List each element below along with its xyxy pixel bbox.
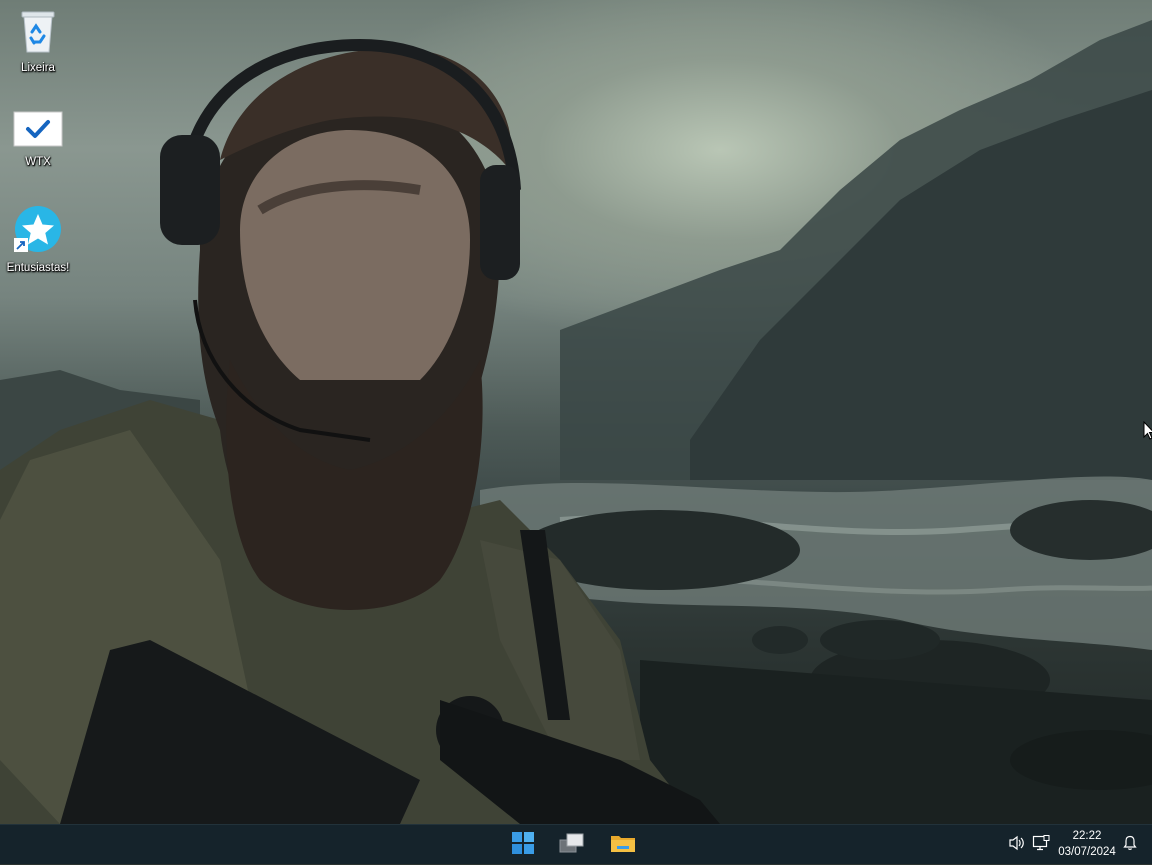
task-view-button[interactable] (554, 829, 590, 861)
volume-button[interactable] (1006, 825, 1028, 865)
bell-icon (1123, 835, 1137, 855)
wallpaper-scene (0, 20, 1152, 824)
notifications-button[interactable] (1120, 825, 1140, 865)
desktop-icon-label: Lixeira (21, 62, 55, 74)
desktop-icon-label: WTX (25, 156, 51, 168)
clock-time: 22:22 (1072, 830, 1102, 842)
desktop-icon-entusiastas[interactable]: Entusiastas! (0, 206, 76, 274)
network-monitor-icon (1032, 835, 1050, 855)
windows-start-icon (512, 832, 534, 858)
recycle-bin-icon (18, 8, 58, 58)
checkmark-icon (13, 110, 63, 152)
desktop-icon-wtx[interactable]: WTX (0, 110, 76, 168)
desktop-wallpaper (0, 0, 1152, 824)
clock[interactable]: 22:22 03/07/2024 (1052, 828, 1122, 860)
speaker-icon (1008, 835, 1026, 855)
taskbar: 22:22 03/07/2024 (0, 824, 1152, 864)
desktop-icon-label: Entusiastas! (6, 262, 70, 274)
start-button[interactable] (505, 829, 541, 861)
clock-date: 03/07/2024 (1058, 846, 1116, 858)
task-view-icon (559, 832, 585, 858)
star-shortcut-icon (13, 206, 63, 258)
file-explorer-icon (610, 832, 636, 858)
desktop-icon-recycle-bin[interactable]: Lixeira (0, 8, 76, 74)
mouse-cursor-icon (1143, 420, 1152, 445)
file-explorer-button[interactable] (605, 829, 641, 861)
network-button[interactable] (1030, 825, 1052, 865)
